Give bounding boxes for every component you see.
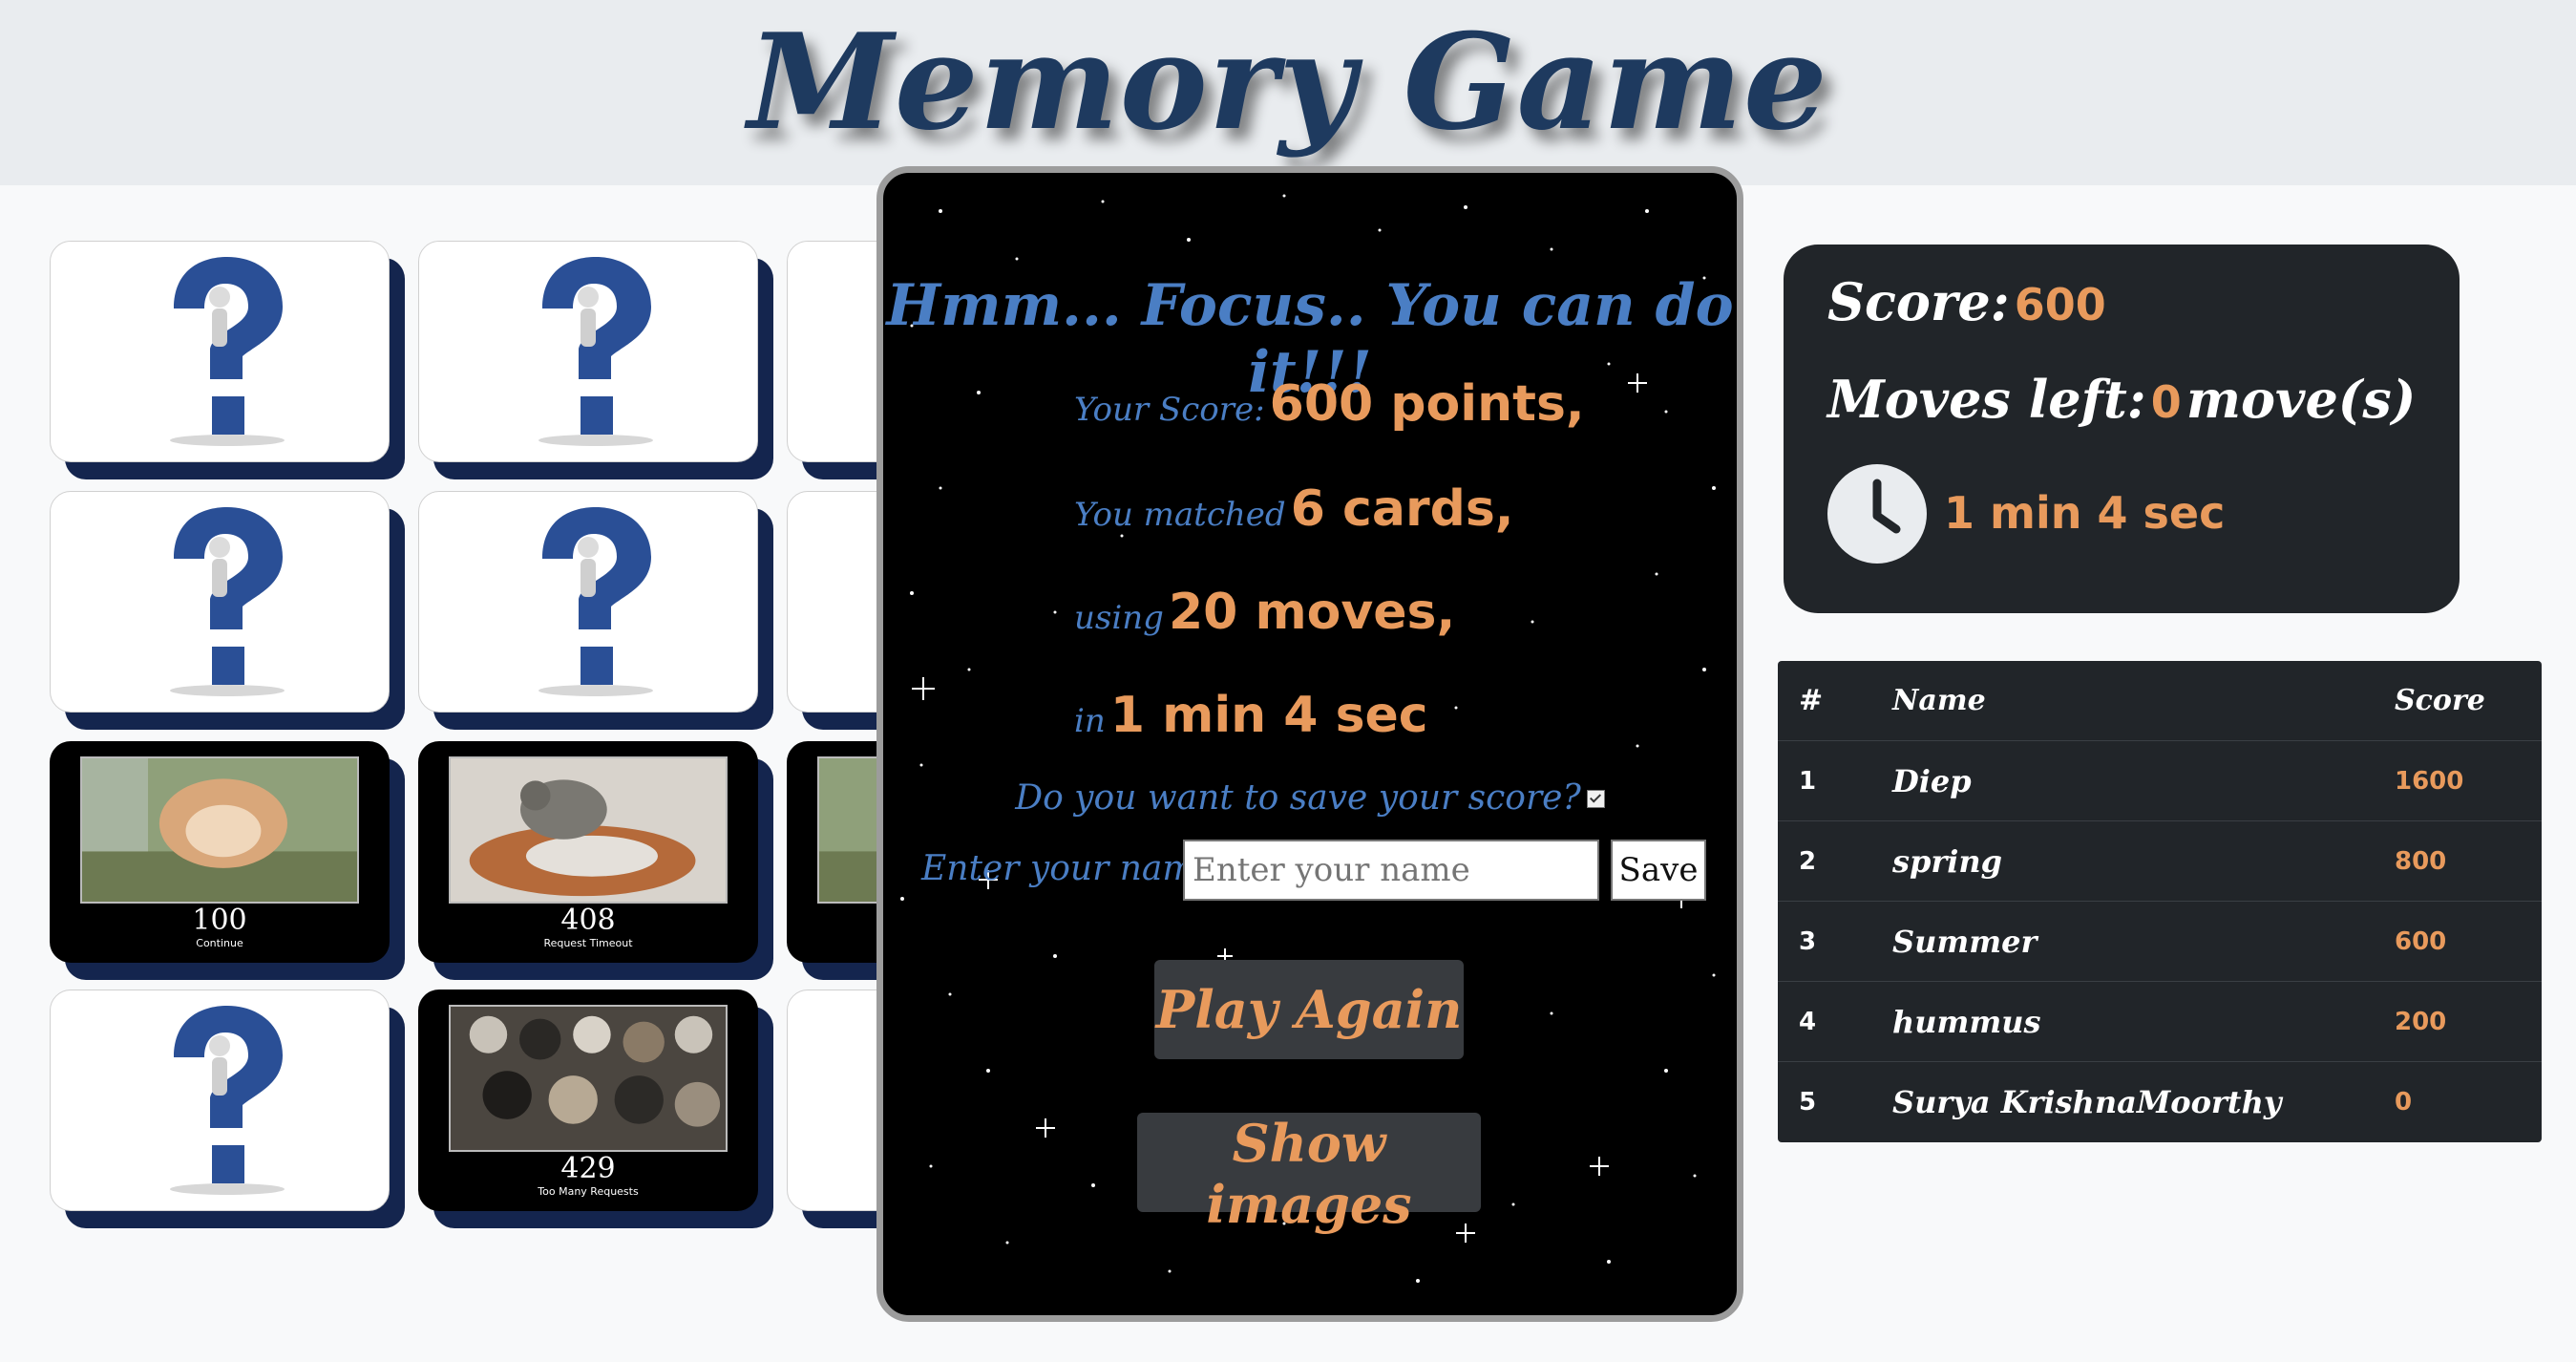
row-score: 1600 bbox=[2395, 767, 2464, 796]
row-name: Surya KrishnaMoorthy bbox=[1892, 1084, 2282, 1120]
matched-prefix: You matched bbox=[1074, 496, 1286, 534]
moves-label: Moves left: bbox=[1827, 369, 2146, 430]
name-input[interactable] bbox=[1183, 840, 1599, 901]
row-rank: 1 bbox=[1799, 767, 1817, 796]
matched-value: 6 cards, bbox=[1290, 480, 1514, 538]
time-prefix: in bbox=[1074, 702, 1106, 740]
question-mark-icon bbox=[538, 257, 653, 446]
row-rank: 2 bbox=[1799, 847, 1817, 876]
moves-value: 20 moves, bbox=[1168, 584, 1456, 641]
card-hidden[interactable] bbox=[50, 241, 390, 462]
row-rank: 5 bbox=[1799, 1088, 1817, 1117]
matched-line: You matched 6 cards, bbox=[1074, 480, 1514, 538]
header-rank: # bbox=[1799, 684, 1824, 717]
leaderboard-table: # Name Score 1 Diep 1600 2 spring 800 3 … bbox=[1778, 661, 2542, 1142]
card-caption: Request Timeout bbox=[543, 937, 633, 949]
card-caption: Continue bbox=[196, 937, 243, 949]
question-mark-icon bbox=[170, 257, 285, 446]
save-button[interactable]: Save bbox=[1611, 840, 1706, 901]
save-question: Do you want to save your score? bbox=[883, 778, 1737, 818]
table-row: 1 Diep 1600 bbox=[1778, 741, 2542, 821]
leaderboard-header: # Name Score bbox=[1778, 661, 2542, 741]
row-score: 600 bbox=[2395, 927, 2447, 956]
row-score: 800 bbox=[2395, 847, 2447, 876]
clock-icon bbox=[1827, 464, 1927, 564]
score-row: Score: 600 bbox=[1827, 271, 2106, 332]
name-label: Enter your name: bbox=[921, 849, 1227, 888]
question-mark-icon bbox=[538, 507, 653, 696]
question-mark-icon bbox=[170, 1006, 285, 1195]
card-hidden[interactable] bbox=[418, 241, 758, 462]
card-code: 408 bbox=[560, 904, 616, 937]
score-label: Score: bbox=[1827, 271, 2010, 332]
card-code: 429 bbox=[560, 1152, 616, 1185]
moves-row: Moves left: 0 move(s) bbox=[1827, 369, 2416, 430]
table-row: 2 spring 800 bbox=[1778, 821, 2542, 902]
score-value: 600 points, bbox=[1269, 375, 1585, 433]
show-images-button[interactable]: Show images bbox=[1137, 1113, 1481, 1235]
cat-photo bbox=[449, 1005, 728, 1152]
row-score: 0 bbox=[2395, 1088, 2413, 1117]
score-panel: Score: 600 Moves left: 0 move(s) 1 min 4… bbox=[1784, 245, 2460, 613]
row-name: Summer bbox=[1892, 924, 2038, 960]
header-score: Score bbox=[2395, 684, 2485, 717]
game-over-modal: Hmm... Focus.. You can do it!!! Your Sco… bbox=[876, 166, 1743, 1322]
card-revealed[interactable]: 408 Request Timeout bbox=[418, 741, 758, 963]
question-mark-icon bbox=[170, 507, 285, 696]
cat-photo bbox=[449, 756, 728, 904]
moves-suffix: move(s) bbox=[2185, 369, 2417, 430]
moves-line: using 20 moves, bbox=[1074, 584, 1455, 641]
timer-row: 1 min 4 sec bbox=[1944, 487, 2225, 539]
row-score: 200 bbox=[2395, 1008, 2447, 1036]
row-name: Diep bbox=[1892, 763, 1972, 799]
time-line: in 1 min 4 sec bbox=[1074, 687, 1428, 744]
score-line: Your Score: 600 points, bbox=[1074, 375, 1585, 433]
play-again-button[interactable]: Play Again bbox=[1154, 960, 1464, 1059]
timer-value: 1 min 4 sec bbox=[1944, 487, 2226, 539]
score-prefix: Your Score: bbox=[1074, 391, 1265, 429]
row-rank: 3 bbox=[1799, 927, 1817, 956]
table-row: 5 Surya KrishnaMoorthy 0 bbox=[1778, 1062, 2542, 1142]
time-value: 1 min 4 sec bbox=[1109, 687, 1428, 744]
row-rank: 4 bbox=[1799, 1008, 1817, 1036]
row-name: hummus bbox=[1892, 1004, 2041, 1040]
save-score-checkbox[interactable] bbox=[1586, 789, 1605, 808]
card-revealed[interactable]: 429 Too Many Requests bbox=[418, 990, 758, 1211]
score-value: 600 bbox=[2014, 279, 2106, 330]
moves-prefix: using bbox=[1074, 599, 1164, 637]
header-name: Name bbox=[1892, 684, 1986, 717]
card-hidden[interactable] bbox=[418, 491, 758, 713]
cat-photo bbox=[80, 756, 359, 904]
row-name: spring bbox=[1892, 843, 2003, 880]
table-row: 3 Summer 600 bbox=[1778, 902, 2542, 982]
card-revealed[interactable]: 100 Continue bbox=[50, 741, 390, 963]
moves-value: 0 bbox=[2150, 376, 2182, 428]
page-title: Memory Game bbox=[748, 4, 1828, 160]
card-code: 100 bbox=[192, 904, 247, 937]
table-row: 4 hummus 200 bbox=[1778, 982, 2542, 1062]
card-hidden[interactable] bbox=[50, 491, 390, 713]
save-question-text: Do you want to save your score? bbox=[1015, 778, 1581, 818]
card-hidden[interactable] bbox=[50, 990, 390, 1211]
card-caption: Too Many Requests bbox=[538, 1185, 639, 1198]
